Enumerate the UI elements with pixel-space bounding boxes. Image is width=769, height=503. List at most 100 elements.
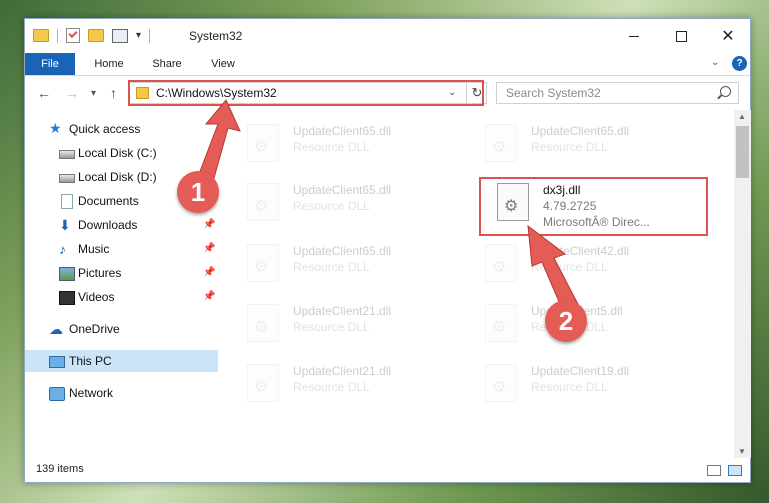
expand-ribbon-chevron-icon[interactable]: ⌄ [711,57,719,68]
minimize-icon [629,35,639,37]
back-arrow-icon[interactable]: ← [37,85,51,101]
minimize-button[interactable] [611,19,657,53]
search-placeholder[interactable]: Search System32 [506,86,601,100]
maximize-icon [675,30,687,42]
sidebar-item-videos[interactable]: Videos 📌 [25,286,218,308]
title-bar: ▾ System32 ✕ [25,19,750,53]
sidebar-item-label: Network [69,386,114,400]
file-type: Resource DLL [293,320,370,334]
documents-icon [61,194,73,209]
toolbar-divider [149,28,151,43]
sidebar-item-downloads[interactable]: ⬇ Downloads 📌 [25,214,218,236]
item-count: 139 items [36,463,84,475]
pin-icon[interactable]: 📌 [203,238,215,260]
pin-icon[interactable]: 📌 [203,262,215,284]
sidebar-item-label: Local Disk (D:) [78,170,157,184]
computer-icon [49,356,65,368]
file-highlight [479,177,708,236]
music-icon: ♪ [59,241,66,257]
file-item[interactable]: UpdateClient42.dll Resource DLL [475,240,705,294]
sidebar-item-pictures[interactable]: Pictures 📌 [25,262,218,284]
file-name: UpdateClient65.dll [293,183,392,197]
help-icon[interactable]: ? [732,56,747,71]
sidebar-item-label: Videos [78,290,115,304]
file-name: UpdateClient21.dll [293,304,392,318]
scroll-up-arrow-icon[interactable]: ▲ [738,112,746,121]
file-name: UpdateClient65.dll [293,124,392,138]
tab-share[interactable]: Share [143,53,191,75]
file-type: Resource DLL [531,260,608,274]
file-item[interactable]: UpdateClient19.dll Resource DLL [475,360,705,414]
sidebar-item-label: Documents [78,194,139,208]
dll-file-icon [485,364,517,402]
tab-view[interactable]: View [201,53,245,75]
file-name: UpdateClient65.dll [293,244,392,258]
dll-file-icon [485,244,517,282]
file-item[interactable]: UpdateClient65.dll Resource DLL [237,240,467,294]
dll-file-icon [247,124,279,162]
tab-file[interactable]: File [25,53,75,75]
cloud-icon: ☁ [49,321,63,337]
sidebar-item-this-pc[interactable]: This PC [25,350,218,372]
videos-icon [59,291,75,305]
sidebar-item-label: Music [78,242,110,256]
file-type: Resource DLL [293,199,370,213]
dll-file-icon [247,244,279,282]
maximize-button[interactable] [658,19,704,53]
download-icon: ⬇ [59,217,71,233]
dll-file-icon [247,364,279,402]
search-box[interactable]: Search System32 [496,82,739,104]
details-view-icon[interactable] [707,465,721,476]
sidebar-item-onedrive[interactable]: ☁ OneDrive [25,318,218,340]
file-item[interactable]: UpdateClient65.dll Resource DLL [475,120,705,174]
file-item[interactable]: UpdateClient21.dll Resource DLL [237,360,467,414]
ribbon-tabs: File Home Share View ⌄ ? [25,53,750,76]
file-item[interactable]: UpdateClient21.dll Resource DLL [237,300,467,354]
dll-file-icon [485,304,517,342]
search-icon[interactable] [720,86,731,97]
up-arrow-icon[interactable]: ↑ [110,85,117,101]
pictures-icon [59,267,75,281]
step-2-badge: 2 [545,300,587,342]
window-title: System32 [189,29,243,43]
forward-arrow-icon[interactable]: → [65,85,79,101]
view-options-icon[interactable] [112,28,128,43]
scroll-down-arrow-icon[interactable]: ▼ [738,447,746,456]
vertical-scrollbar[interactable]: ▲ ▼ [734,110,751,458]
pin-icon[interactable]: 📌 [203,286,215,308]
sidebar-item-label: OneDrive [69,322,120,336]
scrollbar-thumb[interactable] [736,126,749,178]
file-type: Resource DLL [293,380,370,394]
sidebar-item-network[interactable]: Network [25,382,218,404]
recent-locations-chevron-icon[interactable]: ▾ [91,88,96,99]
close-button[interactable]: ✕ [705,19,751,53]
disk-icon [59,174,75,183]
folder-icon[interactable] [33,29,49,42]
toolbar-divider [57,28,58,43]
file-item[interactable]: UpdateClient5.dll Resource DLL [475,300,705,354]
navigation-pane: ★ Quick access Local Disk (C:) Local Dis… [25,116,218,446]
dll-file-icon [485,124,517,162]
large-icons-view-icon[interactable] [728,465,742,476]
file-item[interactable]: UpdateClient65.dll Resource DLL [237,120,467,174]
close-icon: ✕ [721,28,735,45]
properties-check-icon[interactable] [66,28,80,43]
tab-home[interactable]: Home [85,53,133,75]
file-item[interactable]: UpdateClient65.dll Resource DLL [237,179,467,233]
file-type: Resource DLL [293,260,370,274]
pin-icon[interactable]: 📌 [203,214,215,236]
file-name: UpdateClient42.dll [531,244,630,258]
file-name: UpdateClient19.dll [531,364,630,378]
dll-file-icon [247,183,279,221]
disk-icon [59,150,75,159]
file-list: UpdateClient65.dll Resource DLL UpdateCl… [237,116,737,456]
sidebar-item-label: Quick access [69,122,141,136]
sidebar-item-local-disk-c[interactable]: Local Disk (C:) [25,142,218,164]
sidebar-item-quick-access[interactable]: ★ Quick access [25,118,218,140]
customize-toolbar-chevron-icon[interactable]: ▾ [136,30,141,41]
star-icon: ★ [49,120,62,136]
new-folder-icon[interactable] [88,29,104,42]
status-bar: 139 items [25,460,750,482]
sidebar-item-label: Downloads [78,218,138,232]
sidebar-item-music[interactable]: ♪ Music 📌 [25,238,218,260]
